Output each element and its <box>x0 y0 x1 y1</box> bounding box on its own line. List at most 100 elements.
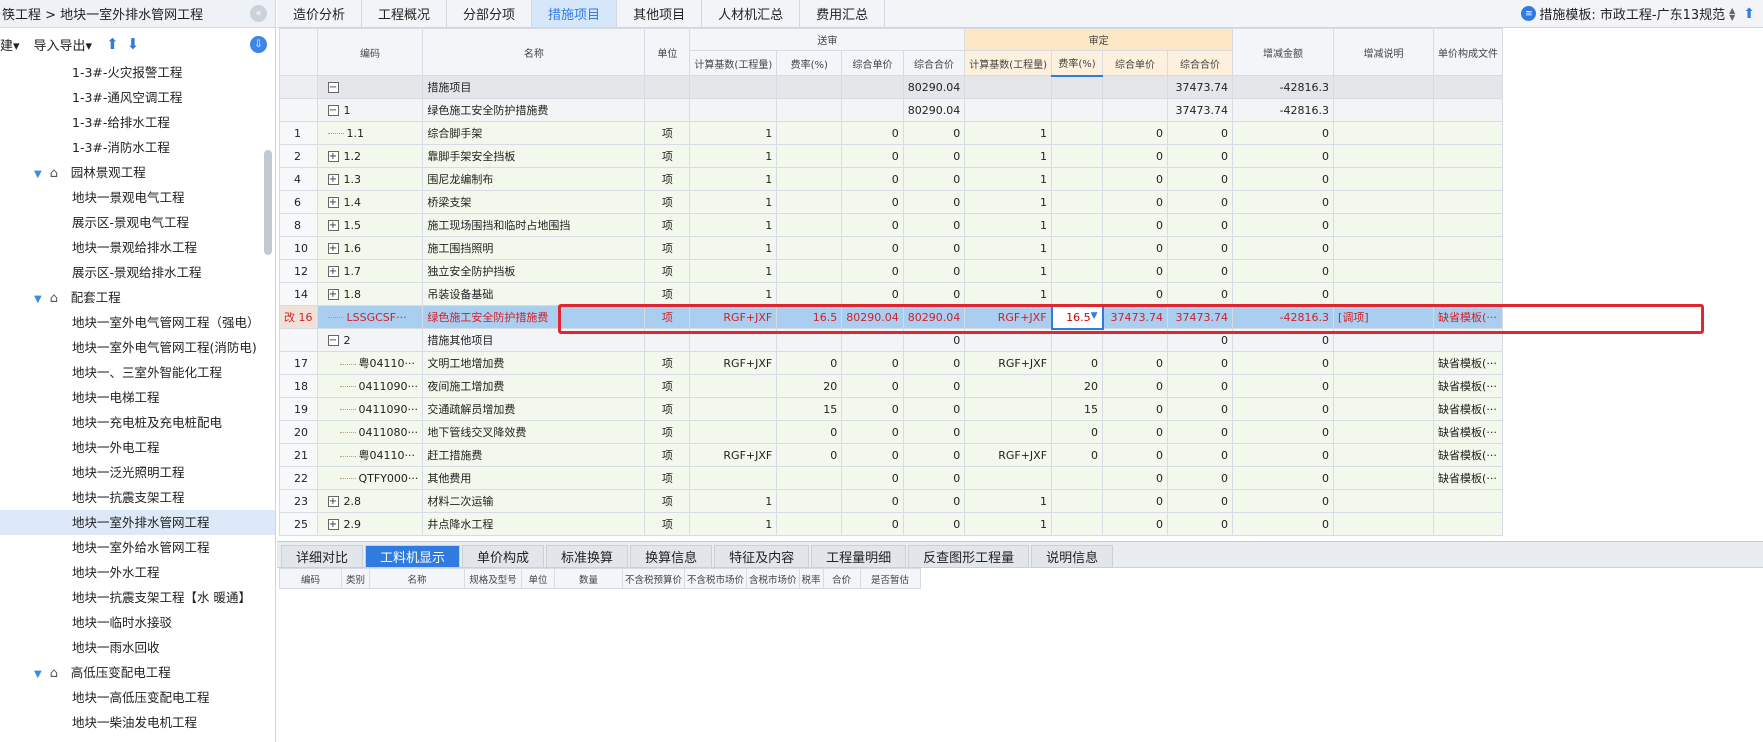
cell-a-unit-price[interactable]: 0 <box>1102 466 1169 490</box>
cell-s-rate[interactable] <box>776 282 843 306</box>
sub-col-2[interactable]: 名称 <box>369 568 465 589</box>
table-row[interactable]: 1 1.1 综合脚手架项 1 0 0 1 0 0 0 <box>279 121 1504 145</box>
sub-col-7[interactable]: 不含税市场价 <box>684 568 748 589</box>
cell-a-rate[interactable] <box>1051 213 1104 237</box>
cell-s-base[interactable]: 1 <box>689 144 778 168</box>
tree-item[interactable]: 地块一抗震支架工程【水 暖通】 <box>0 585 275 610</box>
table-row[interactable]: 18 0411090··· 夜间施工增加费项 20 0 0 20 0 0 0 缺省模板(··· <box>279 374 1504 398</box>
expand-icon[interactable]: + <box>327 519 339 530</box>
cell-s-base[interactable]: 1 <box>689 190 778 214</box>
sub-col-3[interactable]: 规格及型号 <box>464 568 522 589</box>
cell-s-base[interactable]: 1 <box>689 236 778 260</box>
cell-note[interactable] <box>1333 420 1435 444</box>
col-unit[interactable]: 单位 <box>644 28 691 76</box>
cell-a-total[interactable]: 0 <box>1167 443 1234 467</box>
cell-a-unit-price[interactable]: 0 <box>1102 512 1169 536</box>
cell-note[interactable] <box>1333 282 1435 306</box>
cell-file[interactable] <box>1433 512 1504 536</box>
sub-col-11[interactable]: 是否暂估 <box>859 568 921 589</box>
cell-a-rate[interactable]: 0 <box>1051 420 1104 444</box>
cell-note[interactable] <box>1333 259 1435 283</box>
cell-a-total[interactable]: 0 <box>1167 397 1234 421</box>
cell-file[interactable] <box>1433 121 1504 145</box>
row-name[interactable]: 桥梁支架 <box>422 190 646 214</box>
cell-a-unit-price[interactable] <box>1102 328 1169 352</box>
cell-a-total[interactable]: 37473.74 <box>1167 75 1234 99</box>
chevron-down-icon[interactable]: ▼ <box>34 169 42 180</box>
table-row[interactable]: 19 0411090··· 交通疏解员增加费项 15 0 0 15 0 0 0 缺省模板(··· <box>279 397 1504 421</box>
cell-s-unit-price[interactable]: 0 <box>841 397 904 421</box>
row-code[interactable]: 粤04110··· <box>316 443 424 467</box>
row-name[interactable]: 夜间施工增加费 <box>422 374 646 398</box>
cell-a-unit-price[interactable] <box>1102 75 1169 99</box>
cell-a-unit-price[interactable]: 0 <box>1102 144 1169 168</box>
row-unit[interactable]: 项 <box>644 374 691 398</box>
collapse-icon[interactable]: « <box>250 5 267 22</box>
row-code[interactable]: 0411090··· <box>316 374 424 398</box>
cell-a-unit-price[interactable]: 0 <box>1102 167 1169 191</box>
cell-s-total[interactable]: 0 <box>902 282 966 306</box>
cell-file[interactable] <box>1433 259 1504 283</box>
cell-a-unit-price[interactable]: 0 <box>1102 420 1169 444</box>
cell-file[interactable] <box>1433 190 1504 214</box>
collapse-icon[interactable]: − <box>327 105 339 116</box>
row-name[interactable]: 综合脚手架 <box>422 121 646 145</box>
cell-a-total[interactable]: 0 <box>1167 190 1234 214</box>
cell-diff[interactable]: 0 <box>1232 144 1335 168</box>
row-name[interactable]: 施工现场围挡和临时占地围挡 <box>422 213 646 237</box>
table-row[interactable]: 10 +1.6 施工围挡照明项 1 0 0 1 0 0 0 <box>279 236 1504 260</box>
table-row[interactable]: 17 粤04110··· 文明工地增加费项 RGF+JXF 0 0 0 RGF+JXF 0 0 0 0… <box>279 351 1504 375</box>
cell-a-base[interactable]: 1 <box>964 144 1053 168</box>
cell-s-total[interactable]: 0 <box>902 167 966 191</box>
tree-item[interactable]: 地块一临时水接驳 <box>0 610 275 635</box>
tab-3[interactable]: 措施项目 <box>532 0 618 27</box>
cell-a-total[interactable]: 0 <box>1167 282 1234 306</box>
bottom-tab-7[interactable]: 反查图形工程量 <box>908 545 1030 567</box>
cell-a-unit-price[interactable]: 37473.74 <box>1102 305 1169 329</box>
tree-item[interactable]: 地块一泛光照明工程 <box>0 460 275 485</box>
cell-s-total[interactable]: 0 <box>902 213 966 237</box>
cell-a-total[interactable]: 0 <box>1167 236 1234 260</box>
row-name[interactable]: 措施项目 <box>422 75 646 99</box>
cell-diff[interactable]: 0 <box>1232 328 1335 352</box>
row-code[interactable]: +1.6 <box>316 236 424 260</box>
expand-icon[interactable]: + <box>327 243 339 254</box>
row-unit[interactable]: 项 <box>644 259 691 283</box>
cell-a-total[interactable]: 37473.74 <box>1167 98 1234 122</box>
cell-s-unit-price[interactable]: 0 <box>841 420 904 444</box>
cell-a-base[interactable] <box>964 466 1053 490</box>
row-unit[interactable] <box>644 98 691 122</box>
tree-item[interactable]: 1-3#-火灾报警工程 <box>0 60 275 85</box>
col-diff-note[interactable]: 增减说明 <box>1333 28 1435 76</box>
tree-item[interactable]: 地块一室外给水管网工程 <box>0 535 275 560</box>
cell-a-base[interactable] <box>964 98 1053 122</box>
tree-item[interactable]: 地块一外电工程 <box>0 435 275 460</box>
cell-s-base[interactable]: RGF+JXF <box>689 443 778 467</box>
cell-note[interactable] <box>1333 98 1435 122</box>
row-unit[interactable]: 项 <box>644 213 691 237</box>
cell-s-unit-price[interactable]: 0 <box>841 259 904 283</box>
cell-a-rate[interactable] <box>1051 489 1104 513</box>
cell-a-unit-price[interactable]: 0 <box>1102 397 1169 421</box>
cell-a-rate[interactable] <box>1051 190 1104 214</box>
cell-diff[interactable]: -42816.3 <box>1232 75 1335 99</box>
tree-item[interactable]: 地块一外水工程 <box>0 560 275 585</box>
cell-note[interactable] <box>1333 351 1435 375</box>
cell-s-total[interactable]: 0 <box>902 351 966 375</box>
bottom-tab-3[interactable]: 标准换算 <box>546 545 629 567</box>
cell-s-rate[interactable]: 0 <box>776 420 843 444</box>
cell-note[interactable] <box>1333 397 1435 421</box>
cell-diff[interactable]: 0 <box>1232 512 1335 536</box>
row-name[interactable]: 吊装设备基础 <box>422 282 646 306</box>
cell-a-total[interactable]: 0 <box>1167 420 1234 444</box>
col-price-file[interactable]: 单价构成文件 <box>1433 28 1504 76</box>
cell-s-unit-price[interactable]: 0 <box>841 443 904 467</box>
col-sent-total[interactable]: 综合合价 <box>902 50 966 76</box>
cell-a-base[interactable] <box>964 75 1053 99</box>
bottom-tab-2[interactable]: 单价构成 <box>462 545 545 567</box>
row-unit[interactable]: 项 <box>644 167 691 191</box>
table-row[interactable]: 21 粤04110··· 赶工措施费项 RGF+JXF 0 0 0 RGF+JXF 0 0 0 0 缺省… <box>279 443 1504 467</box>
row-name[interactable]: 靠脚手架安全挡板 <box>422 144 646 168</box>
cell-note[interactable] <box>1333 443 1435 467</box>
cell-s-unit-price[interactable]: 0 <box>841 190 904 214</box>
